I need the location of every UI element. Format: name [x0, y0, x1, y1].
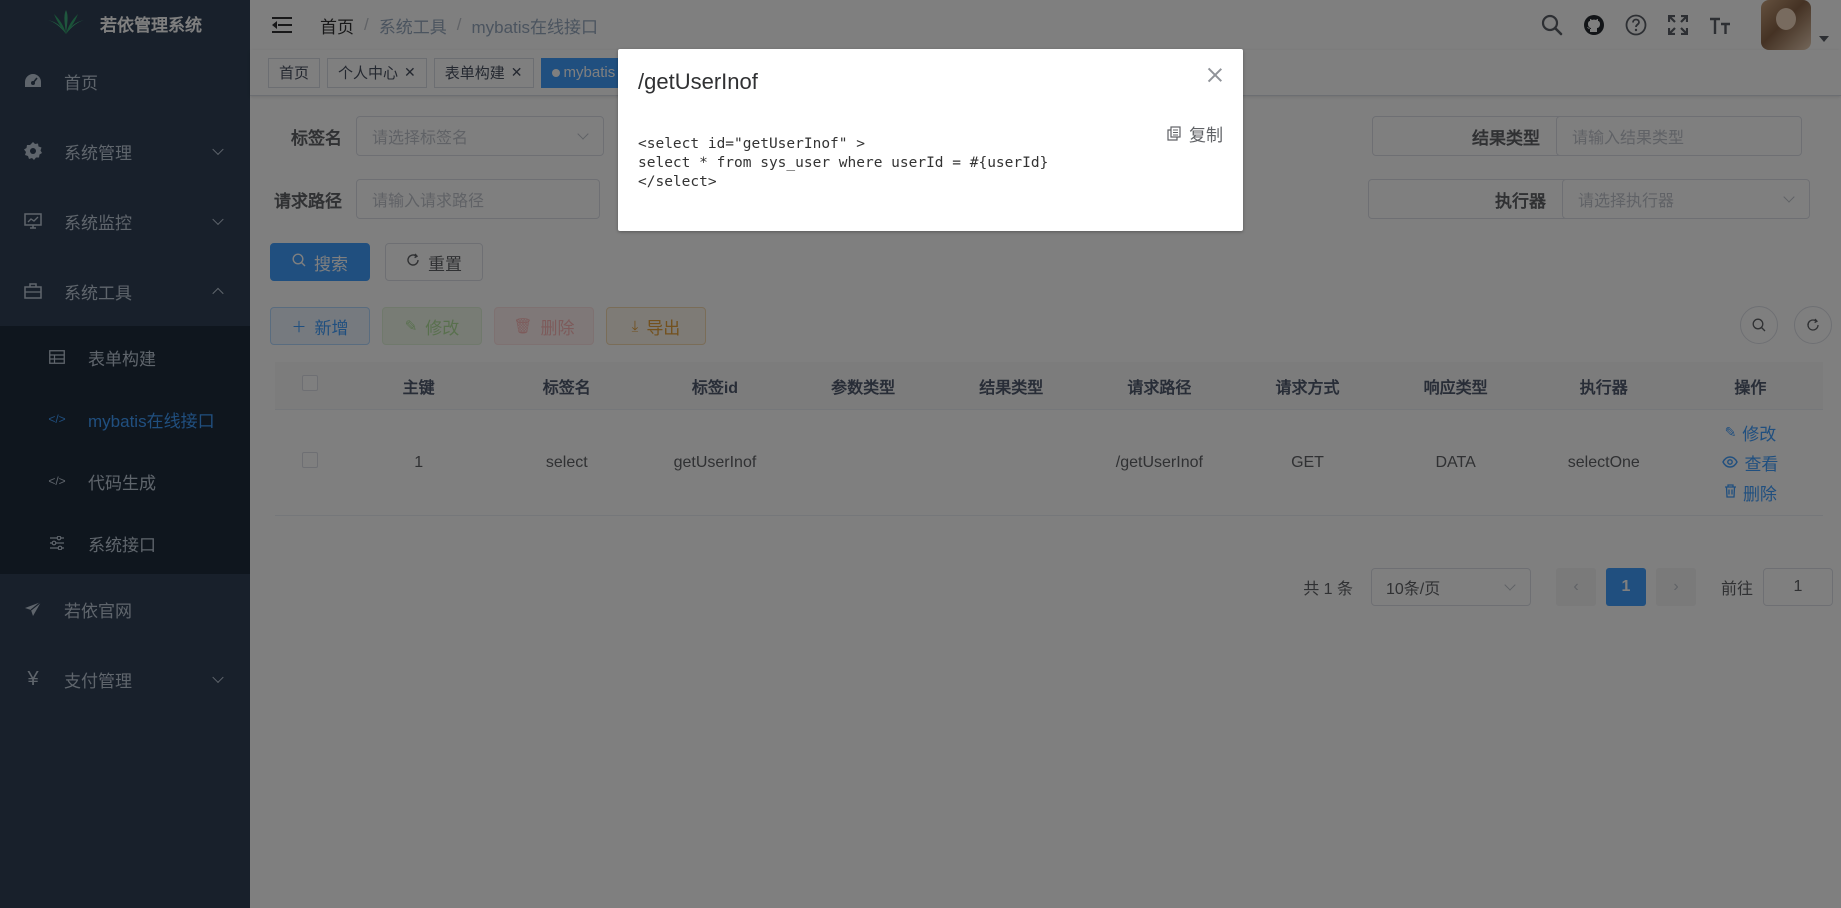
- code-block: <select id="getUserInof" > select * from…: [638, 136, 1049, 190]
- copy-icon: [1167, 126, 1181, 141]
- dialog-title: /getUserInof: [638, 69, 758, 94]
- close-icon[interactable]: [1207, 67, 1223, 83]
- copy-button[interactable]: 复制: [1167, 121, 1223, 146]
- copy-label: 复制: [1189, 126, 1223, 145]
- code-dialog: /getUserInof 复制 <select id="getUserInof"…: [618, 49, 1243, 231]
